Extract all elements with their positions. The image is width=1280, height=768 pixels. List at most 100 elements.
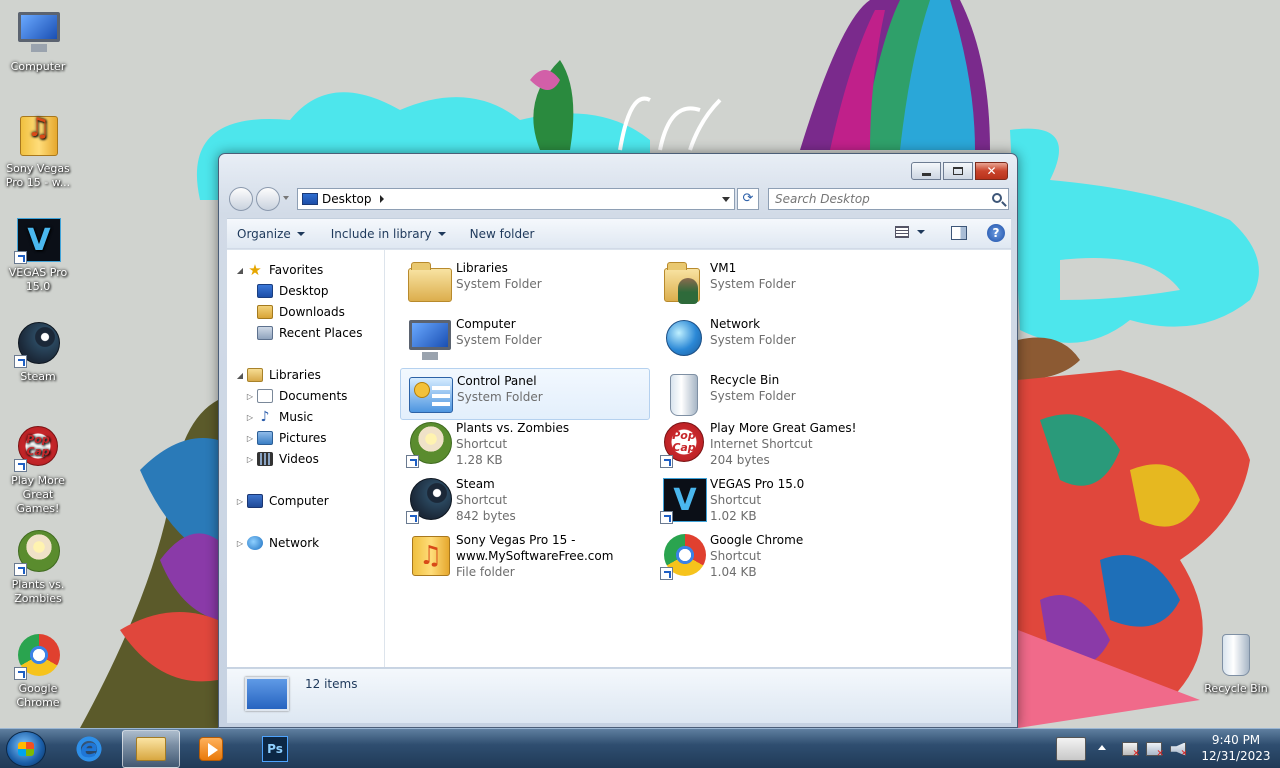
view-icon <box>895 226 909 238</box>
action-center-icon[interactable] <box>1122 742 1140 759</box>
close-button[interactable]: ✕ <box>975 162 1008 180</box>
popcap-icon: Pop Cap <box>14 424 62 472</box>
file-list[interactable]: Libraries System Folder VM1 System Folde… <box>386 250 1011 667</box>
computer-icon <box>247 494 263 508</box>
file-item-computer[interactable]: Computer System Folder <box>400 312 650 364</box>
new-folder-button[interactable]: New folder <box>460 219 545 248</box>
chrome-icon <box>14 632 62 680</box>
start-button[interactable] <box>6 731 46 767</box>
minimize-button[interactable] <box>911 162 941 180</box>
address-bar[interactable]: Desktop <box>297 188 735 210</box>
steam-icon <box>14 320 62 368</box>
nav-label: Music <box>279 410 314 424</box>
desktop-icon-sony-vegas[interactable]: Sony Vegas Pro 15 - w... <box>0 112 76 190</box>
taskbar-photoshop[interactable]: Ps <box>246 730 304 768</box>
include-in-library-button[interactable]: Include in library <box>321 219 456 248</box>
pen-tablet-icon[interactable] <box>1056 737 1086 761</box>
taskbar-internet-explorer[interactable]: e <box>60 730 118 768</box>
search-box[interactable] <box>768 188 1009 210</box>
help-button[interactable]: ? <box>987 224 1005 242</box>
window-title-bar[interactable]: ✕ <box>219 154 1017 184</box>
file-name: Recycle Bin <box>710 373 780 387</box>
search-icon[interactable] <box>992 193 1002 203</box>
pictures-icon <box>257 431 273 445</box>
desktop-icon-label: Recycle Bin <box>1204 682 1268 695</box>
desktop-icon <box>257 284 273 298</box>
file-item-recycle-bin[interactable]: Recycle Bin System Folder <box>654 368 904 420</box>
command-bar: Organize Include in library New folder ? <box>227 218 1011 248</box>
file-item-steam[interactable]: Steam Shortcut 842 bytes <box>400 472 650 524</box>
collapsed-arrow-icon[interactable]: ▷ <box>235 539 245 548</box>
recent-locations-dropdown[interactable] <box>283 196 289 200</box>
taskbar-windows-explorer[interactable] <box>122 730 180 768</box>
nav-videos[interactable]: ▷ Videos <box>245 449 319 469</box>
collapsed-arrow-icon[interactable]: ▷ <box>245 413 255 422</box>
change-view-button[interactable] <box>895 226 925 238</box>
refresh-button[interactable]: ⟳ <box>737 188 759 210</box>
nav-libraries[interactable]: ◢ Libraries <box>235 365 321 385</box>
file-item-network[interactable]: Network System Folder <box>654 312 904 364</box>
file-item-plants-vs-zombies[interactable]: Plants vs. Zombies Shortcut 1.28 KB <box>400 416 650 468</box>
collapsed-arrow-icon[interactable]: ▷ <box>245 455 255 464</box>
file-name: Computer <box>456 317 516 331</box>
shortcut-arrow-icon <box>14 563 27 576</box>
expanded-arrow-icon[interactable]: ◢ <box>235 266 245 275</box>
desktop-icon-vegas-pro[interactable]: V VEGAS Pro 15.0 <box>0 216 76 294</box>
desktop-icon-label: Plants vs. Zombies <box>11 578 65 605</box>
navigation-pane[interactable]: ◢ ★ Favorites Desktop Downloads Recent Pla… <box>227 250 385 667</box>
desktop-icon-recycle-bin[interactable]: Recycle Bin <box>1198 632 1274 696</box>
back-button[interactable] <box>229 187 253 211</box>
forward-button[interactable] <box>256 187 280 211</box>
file-item-google-chrome[interactable]: Google Chrome Shortcut 1.04 KB <box>654 528 904 580</box>
nav-documents[interactable]: ▷ Documents <box>245 386 347 406</box>
taskbar-media-player[interactable] <box>182 730 240 768</box>
control-panel-icon <box>407 373 455 421</box>
breadcrumb-chevron-icon[interactable] <box>379 195 384 203</box>
nav-pictures[interactable]: ▷ Pictures <box>245 428 327 448</box>
clock[interactable]: 9:40 PM 12/31/2023 <box>1200 732 1272 764</box>
collapsed-arrow-icon[interactable]: ▷ <box>235 497 245 506</box>
desktop-icon-google-chrome[interactable]: Google Chrome <box>0 632 76 710</box>
file-item-vegas-pro[interactable]: V VEGAS Pro 15.0 Shortcut 1.02 KB <box>654 472 904 524</box>
nav-favorites[interactable]: ◢ ★ Favorites <box>235 260 323 280</box>
nav-recent-places[interactable]: Recent Places <box>257 323 362 343</box>
item-count: 12 items <box>305 677 358 691</box>
file-size: 1.04 KB <box>710 565 757 579</box>
nav-network[interactable]: ▷ Network <box>235 533 319 553</box>
organize-label: Organize <box>237 226 291 241</box>
file-item-libraries[interactable]: Libraries System Folder <box>400 256 650 308</box>
breadcrumb-desktop[interactable]: Desktop <box>322 192 372 206</box>
desktop-icon-popcap[interactable]: Pop Cap Play More Great Games! <box>0 424 76 516</box>
maximize-button[interactable] <box>943 162 973 180</box>
desktop-icon-steam[interactable]: Steam <box>0 320 76 384</box>
file-type: Shortcut <box>456 493 508 507</box>
desktop-icon-plants-vs-zombies[interactable]: Plants vs. Zombies <box>0 528 76 606</box>
sony-vegas-folder-icon <box>406 532 454 580</box>
desktop-icon-computer[interactable]: Computer <box>0 10 76 74</box>
preview-pane-button[interactable] <box>951 226 967 240</box>
expanded-arrow-icon[interactable]: ◢ <box>235 371 245 380</box>
file-item-popcap[interactable]: Pop Cap Play More Great Games! Internet … <box>654 416 904 468</box>
vegas-pro-icon: V <box>14 216 62 264</box>
collapsed-arrow-icon[interactable]: ▷ <box>245 392 255 401</box>
file-item-control-panel[interactable]: Control Panel System Folder <box>400 368 650 420</box>
chevron-down-icon <box>437 231 446 236</box>
nav-downloads[interactable]: Downloads <box>257 302 345 322</box>
nav-computer[interactable]: ▷ Computer <box>235 491 329 511</box>
collapsed-arrow-icon[interactable]: ▷ <box>245 434 255 443</box>
search-input[interactable] <box>769 189 979 209</box>
videos-icon <box>257 452 273 466</box>
nav-desktop[interactable]: Desktop <box>257 281 329 301</box>
nav-music[interactable]: ▷ ♪ Music <box>245 407 313 427</box>
volume-icon[interactable] <box>1170 742 1186 756</box>
nav-label: Favorites <box>269 263 324 277</box>
downloads-icon <box>257 305 273 319</box>
content-panes: ◢ ★ Favorites Desktop Downloads Recent Pla… <box>227 249 1011 667</box>
show-hidden-icons-button[interactable] <box>1098 745 1106 750</box>
address-dropdown-icon[interactable] <box>722 197 730 202</box>
network-icon <box>660 316 708 364</box>
file-item-sony-vegas-folder[interactable]: Sony Vegas Pro 15 - www.MySoftwareFree.c… <box>400 528 650 580</box>
organize-button[interactable]: Organize <box>227 219 315 248</box>
network-status-icon[interactable] <box>1146 742 1164 759</box>
file-item-vm1[interactable]: VM1 System Folder <box>654 256 904 308</box>
